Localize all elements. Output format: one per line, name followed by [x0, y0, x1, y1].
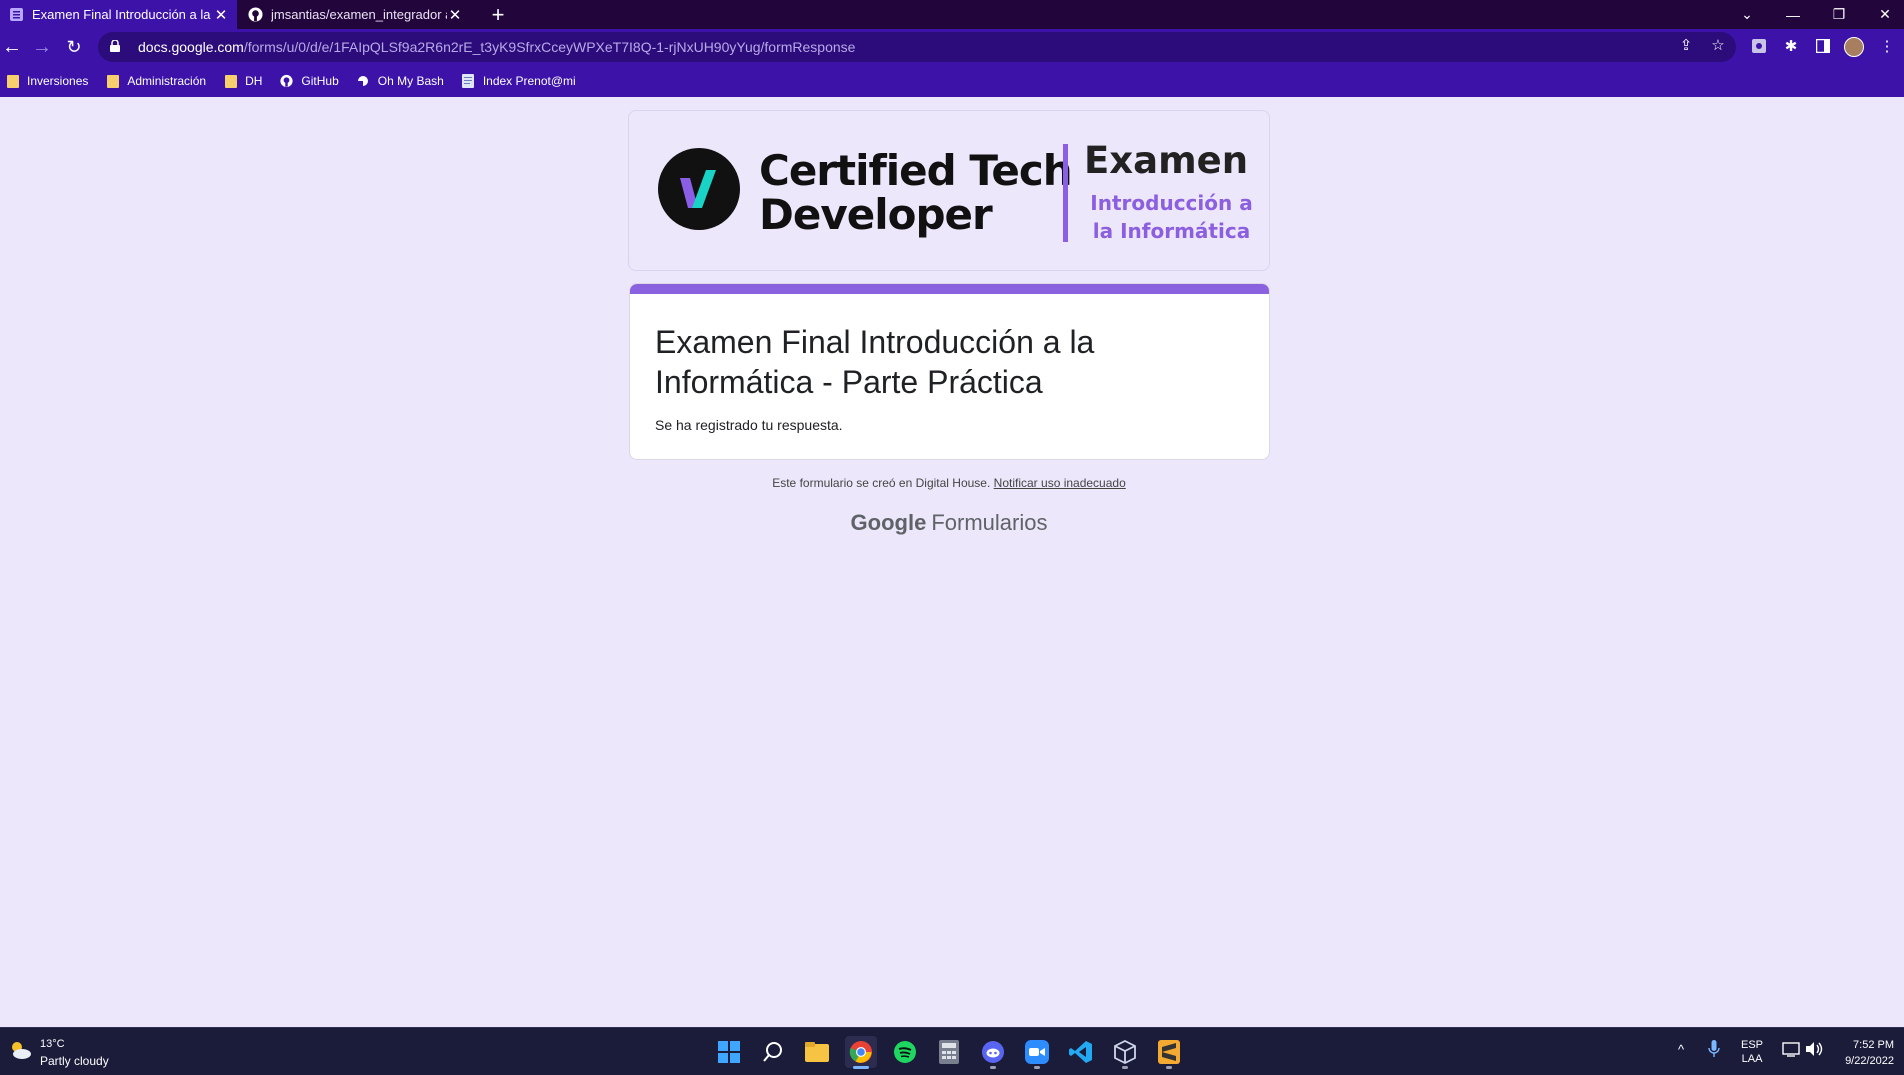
extensions-puzzle-icon[interactable]: ✱: [1780, 35, 1802, 57]
vscode-icon[interactable]: [1065, 1036, 1097, 1068]
system-clock[interactable]: 7:52 PM 9/22/2022: [1845, 1037, 1894, 1069]
url-host: docs.google.com: [138, 39, 244, 55]
spotify-icon[interactable]: [889, 1036, 921, 1068]
form-title: Examen Final Introducción a la Informáti…: [655, 324, 1095, 400]
tab-title: Examen Final Introducción a la In: [32, 7, 213, 22]
language-line-2: LAA: [1741, 1053, 1763, 1065]
search-icon[interactable]: [757, 1036, 789, 1068]
microphone-icon[interactable]: [1708, 1040, 1720, 1061]
network-icon[interactable]: [1782, 1041, 1800, 1060]
virtualbox-icon[interactable]: [1109, 1036, 1141, 1069]
checkmark-logo-icon: [658, 148, 740, 230]
tab-search-icon[interactable]: ⌄: [1724, 0, 1770, 29]
google-forms-branding[interactable]: Google Formularios: [0, 510, 1898, 536]
menu-dots-icon[interactable]: ⋮: [1876, 35, 1898, 57]
language-line-1: ESP: [1741, 1039, 1764, 1051]
banner-exam-title: Examen: [1084, 139, 1249, 182]
address-bar[interactable]: docs.google.com/forms/u/0/d/e/1FAIpQLSf9…: [98, 32, 1736, 62]
bookmark-github[interactable]: GitHub: [280, 74, 339, 88]
profile-avatar[interactable]: [1844, 37, 1864, 57]
bookmark-inversiones[interactable]: Inversiones: [6, 74, 88, 88]
report-abuse-link[interactable]: Notificar uso inadecuado: [994, 476, 1126, 490]
bookmark-label: Oh My Bash: [377, 74, 444, 88]
folder-icon: [6, 74, 19, 88]
bash-icon: [357, 75, 370, 88]
close-tab-icon[interactable]: ✕: [447, 6, 463, 24]
banner-divider: [1063, 144, 1068, 242]
bookmark-label: Index Prenot@mi: [482, 74, 576, 88]
brand-text: Certified Tech Developer: [759, 146, 1073, 239]
chrome-icon[interactable]: [845, 1036, 877, 1069]
form-header-banner: Certified Tech Developer Examen Introduc…: [628, 110, 1270, 271]
google-logo: Google: [850, 510, 927, 535]
weather-description[interactable]: Partly cloudy: [40, 1054, 109, 1068]
share-icon[interactable]: ⇪: [1676, 35, 1696, 55]
discord-icon[interactable]: [977, 1036, 1009, 1069]
side-panel-icon[interactable]: [1812, 35, 1834, 57]
bookmark-label: DH: [245, 74, 263, 88]
footer-text: Este formulario se creó en Digital House…: [772, 476, 991, 490]
bookmark-index-prenotami[interactable]: Index Prenot@mi: [462, 74, 576, 88]
volume-icon[interactable]: [1805, 1041, 1823, 1060]
lock-icon[interactable]: [110, 38, 128, 55]
back-button[interactable]: ←: [0, 35, 24, 59]
bookmark-oh-my-bash[interactable]: Oh My Bash: [357, 74, 444, 88]
confirmation-message: Se ha registrado tu respuesta.: [655, 417, 843, 433]
page-icon: [462, 74, 475, 88]
tab-github[interactable]: jmsantias/examen_integrador at ✕: [239, 0, 471, 29]
calculator-icon[interactable]: [933, 1036, 965, 1068]
start-icon[interactable]: [713, 1036, 745, 1068]
bookmark-label: Administración: [127, 74, 207, 88]
minimize-button[interactable]: —: [1770, 0, 1816, 29]
new-tab-button[interactable]: +: [486, 2, 510, 28]
browser-toolbar: ← → ↻ docs.google.com/forms/u/0/d/e/1FAI…: [0, 29, 1904, 65]
bookmark-label: GitHub: [301, 74, 339, 88]
tab-strip: Examen Final Introducción a la In ✕ jmsa…: [0, 0, 1904, 29]
extension-icon[interactable]: [1748, 35, 1770, 57]
clock-date: 9/22/2022: [1845, 1055, 1894, 1067]
forward-button[interactable]: →: [30, 35, 54, 59]
bookmark-administracion[interactable]: Administración: [106, 74, 206, 88]
brand-line-2: Developer: [759, 190, 993, 239]
weather-temperature[interactable]: 13°C: [40, 1038, 65, 1050]
restore-button[interactable]: ❐: [1816, 0, 1862, 29]
folder-icon: [224, 74, 237, 88]
zoom-icon[interactable]: [1021, 1036, 1053, 1069]
partly-cloudy-icon[interactable]: [8, 1040, 32, 1060]
github-icon: [247, 7, 263, 23]
bookmarks-bar: Inversiones Administración DH GitHub Oh …: [0, 65, 1904, 97]
banner-exam-subtitle: Introducción a la Informática: [1090, 191, 1253, 243]
close-tab-icon[interactable]: ✕: [213, 6, 229, 24]
sublime-icon[interactable]: [1153, 1036, 1185, 1069]
bookmark-star-icon[interactable]: ☆: [1708, 35, 1728, 55]
bookmark-label: Inversiones: [27, 74, 89, 88]
brand-line-1: Certified Tech: [759, 146, 1073, 195]
bookmark-dh[interactable]: DH: [224, 74, 262, 88]
url-path: /forms/u/0/d/e/1FAIpQLSf9a2R6n2rE_t3yK9S…: [243, 39, 856, 55]
reload-button[interactable]: ↻: [62, 35, 86, 59]
language-indicator[interactable]: ESP LAA: [1741, 1038, 1763, 1066]
github-icon: [280, 74, 294, 88]
close-window-button[interactable]: ✕: [1862, 0, 1904, 29]
tab-google-forms[interactable]: Examen Final Introducción a la In ✕: [0, 0, 237, 29]
forms-product-name: Formularios: [931, 510, 1048, 535]
form-confirmation-card: Examen Final Introducción a la Informáti…: [629, 283, 1270, 460]
windows-taskbar: 13°C Partly cloudy ^ ESP LAA 7:52 PM 9/2…: [0, 1027, 1904, 1075]
folder-icon: [106, 74, 119, 88]
card-accent-bar: [630, 284, 1269, 294]
file-explorer-icon[interactable]: [801, 1036, 833, 1068]
tab-title: jmsantias/examen_integrador at: [271, 7, 447, 22]
form-footer: Este formulario se creó en Digital House…: [0, 476, 1898, 490]
chevron-up-icon[interactable]: ^: [1678, 1042, 1684, 1057]
google-forms-icon: [8, 7, 24, 23]
clock-time: 7:52 PM: [1853, 1039, 1894, 1051]
